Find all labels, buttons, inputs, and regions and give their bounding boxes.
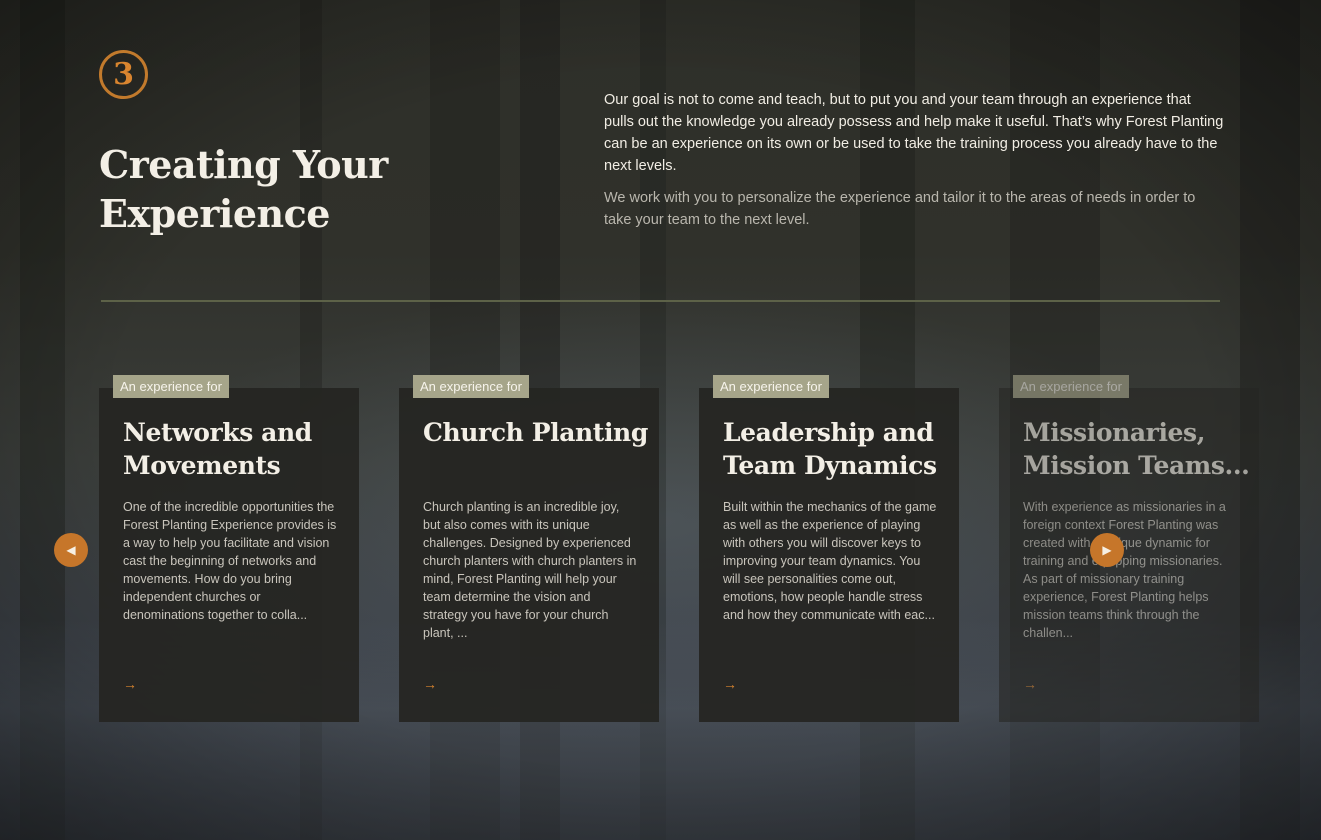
arrow-right-icon[interactable]: →	[1023, 676, 1037, 692]
card-title: Leadership and Team Dynamics	[723, 418, 937, 480]
card-description: Built within the mechanics of the game a…	[723, 500, 937, 622]
step-number-badge: 3	[99, 50, 148, 99]
card-title: Church Planting	[423, 418, 648, 447]
card-title: Networks and Movements	[123, 418, 312, 480]
card-tag: An experience for	[413, 375, 529, 398]
section-divider	[101, 300, 1220, 302]
carousel-prev-button[interactable]: ◀	[54, 533, 88, 567]
card-title: Missionaries, Mission Teams...	[1023, 418, 1250, 480]
chevron-right-icon: ▶	[1102, 543, 1112, 557]
chevron-left-icon: ◀	[66, 543, 76, 557]
intro-text: Our goal is not to come and teach, but t…	[604, 89, 1224, 231]
card-description: With experience as missionaries in a for…	[1023, 500, 1226, 640]
experience-card-leadership[interactable]: An experience for Leadership and Team Dy…	[699, 375, 959, 722]
carousel-next-button[interactable]: ▶	[1090, 533, 1124, 567]
arrow-right-icon[interactable]: →	[123, 676, 137, 692]
card-description: Church planting is an incredible joy, bu…	[423, 500, 637, 640]
arrow-right-icon[interactable]: →	[723, 676, 737, 692]
experience-card-networks[interactable]: An experience for Networks and Movements…	[99, 375, 359, 722]
card-tag: An experience for	[113, 375, 229, 398]
card-tag: An experience for	[1013, 375, 1129, 398]
intro-sub-paragraph: We work with you to personalize the expe…	[604, 190, 1196, 228]
card-tag: An experience for	[713, 375, 829, 398]
experience-card-church-planting[interactable]: An experience for Church Planting Church…	[399, 375, 659, 722]
experience-card-missionaries[interactable]: An experience for Missionaries, Mission …	[999, 375, 1259, 722]
arrow-right-icon[interactable]: →	[423, 676, 437, 692]
intro-lead-paragraph: Our goal is not to come and teach, but t…	[604, 92, 1224, 174]
card-description: One of the incredible opportunities the …	[123, 500, 337, 622]
page-title: Creating Your Experience	[99, 142, 388, 236]
